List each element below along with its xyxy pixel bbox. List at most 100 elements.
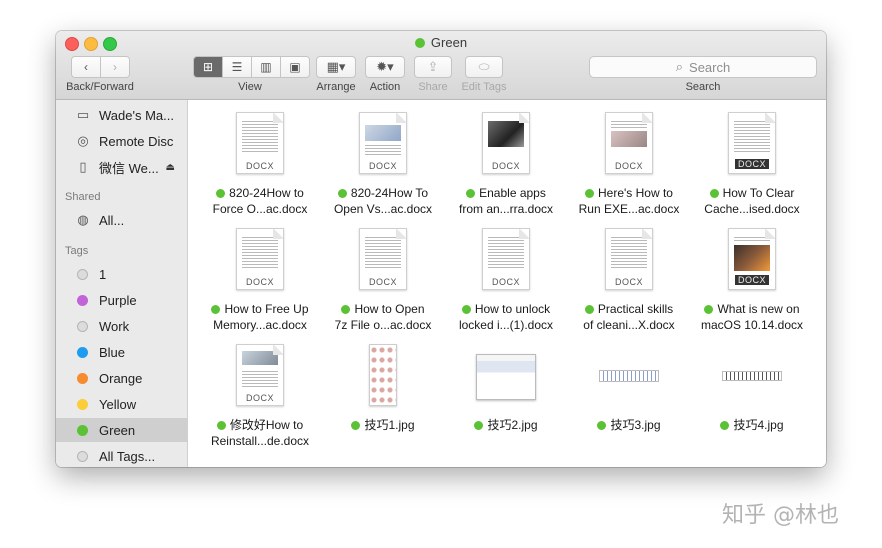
list-view-button[interactable]: ☰ bbox=[223, 57, 252, 77]
arrange-button[interactable]: ▦▾ bbox=[316, 56, 356, 78]
grid-icon: ⊞ bbox=[202, 60, 214, 74]
green-tag-icon bbox=[216, 189, 226, 198]
file-name: How to Open 7z File o...ac.docx bbox=[334, 302, 432, 332]
tag-icon: ⬭ bbox=[478, 59, 490, 74]
file-item[interactable]: DOCX How To Clear Cache...ised.docx bbox=[693, 106, 811, 218]
file-item[interactable]: DOCX Practical skills of cleani...X.docx bbox=[570, 222, 688, 334]
sidebar-item-label: Remote Disc bbox=[99, 133, 174, 149]
share-button[interactable]: ⇪ bbox=[414, 56, 452, 78]
drive-icon: ▯ bbox=[79, 159, 87, 174]
sidebar-item-label: Blue bbox=[99, 344, 126, 360]
sidebar-item-remote-disc[interactable]: ◎ Remote Disc bbox=[56, 129, 187, 153]
green-tag-icon bbox=[720, 421, 730, 430]
green-tag-icon bbox=[474, 421, 484, 430]
sidebar-tag-1[interactable]: 1 bbox=[56, 262, 187, 286]
green-tag-icon bbox=[597, 421, 607, 430]
file-item[interactable]: DOCX 修改好How to Reinstall...de.docx bbox=[201, 338, 319, 450]
file-thumbnail bbox=[447, 344, 565, 410]
green-tag-icon bbox=[461, 305, 471, 314]
file-name: 820-24How to Force O...ac.docx bbox=[212, 186, 308, 216]
green-tag-icon bbox=[351, 421, 361, 430]
file-name: What is new on macOS 10.14.docx bbox=[700, 302, 804, 332]
sidebar-item-label: Yellow bbox=[99, 396, 137, 412]
file-name: How To Clear Cache...ised.docx bbox=[704, 186, 800, 216]
file-item[interactable]: DOCX How to unlock locked i...(1).docx bbox=[447, 222, 565, 334]
back-button[interactable]: ‹ bbox=[72, 57, 101, 77]
tag-dot-icon bbox=[77, 268, 88, 280]
window-title: Green bbox=[56, 35, 826, 50]
gear-icon: ✹▾ bbox=[376, 59, 394, 74]
file-thumbnail bbox=[324, 344, 442, 410]
document-icon: DOCX bbox=[728, 228, 776, 290]
eject-icon[interactable]: ⏏ bbox=[166, 162, 175, 173]
green-tag-icon bbox=[341, 305, 351, 314]
sidebar-tag-orange[interactable]: Orange bbox=[56, 366, 187, 390]
green-tag-icon bbox=[585, 189, 594, 198]
chevron-right-icon: › bbox=[113, 60, 117, 74]
green-tag-icon bbox=[709, 189, 719, 198]
sidebar-item-wechat-drive[interactable]: ▯ 微信 We... ⏏ bbox=[56, 155, 187, 179]
file-item[interactable]: 技巧4.jpg bbox=[693, 338, 811, 450]
sidebar: ▭ Wade's Ma... ◎ Remote Disc ▯ 微信 We... … bbox=[56, 100, 188, 467]
green-tag-icon bbox=[466, 189, 476, 198]
search-field[interactable]: ⌕ Search bbox=[589, 56, 817, 78]
green-tag-icon bbox=[414, 38, 425, 48]
file-name: 技巧1.jpg bbox=[324, 417, 442, 433]
columns-icon: ▥ bbox=[260, 60, 272, 74]
sidebar-item-all-shared[interactable]: ◍ All... bbox=[56, 208, 187, 232]
sidebar-item-label: 1 bbox=[99, 266, 107, 282]
file-thumbnail bbox=[570, 344, 688, 410]
document-icon: DOCX bbox=[728, 112, 776, 174]
icon-view-button[interactable]: ⊞ bbox=[194, 57, 223, 77]
file-name: How to unlock locked i...(1).docx bbox=[458, 302, 554, 332]
sidebar-item-label: Purple bbox=[99, 292, 137, 308]
view-mode-control: ⊞ ☰ ▥ ▣ bbox=[193, 56, 310, 78]
sidebar-tag-green[interactable]: Green bbox=[56, 418, 187, 442]
file-thumbnail bbox=[693, 344, 811, 410]
file-item[interactable]: 技巧3.jpg bbox=[570, 338, 688, 450]
file-name: 技巧2.jpg bbox=[447, 417, 565, 433]
list-icon: ☰ bbox=[231, 60, 243, 74]
image-thumbnail bbox=[599, 370, 659, 382]
green-tag-icon bbox=[337, 189, 347, 198]
sidebar-item-label: Orange bbox=[99, 370, 143, 386]
file-item[interactable]: DOCX How to Free Up Memory...ac.docx bbox=[201, 222, 319, 334]
column-view-button[interactable]: ▥ bbox=[252, 57, 281, 77]
file-item[interactable]: DOCX Here's How to Run EXE...ac.docx bbox=[570, 106, 688, 218]
file-thumbnail: DOCX bbox=[693, 112, 811, 178]
file-item[interactable]: 技巧2.jpg bbox=[447, 338, 565, 450]
share-label: Share bbox=[418, 81, 448, 93]
forward-button[interactable]: › bbox=[101, 57, 129, 77]
file-item[interactable]: DOCX What is new on macOS 10.14.docx bbox=[693, 222, 811, 334]
file-name: Enable apps from an...rra.docx bbox=[458, 186, 554, 216]
window-title-text: Green bbox=[430, 35, 468, 50]
file-thumbnail: DOCX bbox=[324, 112, 442, 178]
arrange-label: Arrange bbox=[316, 81, 356, 93]
back-forward-control: ‹ › bbox=[71, 56, 130, 78]
cover-flow-button[interactable]: ▣ bbox=[281, 57, 309, 77]
edit-tags-button[interactable]: ⬭ bbox=[465, 56, 503, 78]
document-icon: DOCX bbox=[359, 228, 407, 290]
sidebar-tag-blue[interactable]: Blue bbox=[56, 340, 187, 364]
file-thumbnail: DOCX bbox=[447, 228, 565, 294]
sidebar-tag-yellow[interactable]: Yellow bbox=[56, 392, 187, 416]
search-label: Search bbox=[685, 81, 721, 93]
document-icon: DOCX bbox=[359, 112, 407, 174]
file-item[interactable]: DOCX How to Open 7z File o...ac.docx bbox=[324, 222, 442, 334]
file-item[interactable]: DOCX 820-24How to Force O...ac.docx bbox=[201, 106, 319, 218]
action-button[interactable]: ✹▾ bbox=[365, 56, 405, 78]
file-item[interactable]: DOCX 820-24How To Open Vs...ac.docx bbox=[324, 106, 442, 218]
file-item[interactable]: 技巧1.jpg bbox=[324, 338, 442, 450]
file-item[interactable]: DOCX Enable apps from an...rra.docx bbox=[447, 106, 565, 218]
chevron-left-icon: ‹ bbox=[84, 60, 88, 74]
sidebar-tag-work[interactable]: Work bbox=[56, 314, 187, 338]
sidebar-tag-purple[interactable]: Purple bbox=[56, 288, 187, 312]
arrange-icon: ▦▾ bbox=[326, 59, 346, 74]
sidebar-all-tags[interactable]: All Tags... bbox=[56, 444, 187, 467]
tag-dot-icon bbox=[77, 346, 88, 358]
tag-dot-icon bbox=[77, 424, 88, 436]
green-tag-icon bbox=[704, 305, 714, 314]
image-thumbnail bbox=[369, 344, 397, 406]
sidebar-item-mac[interactable]: ▭ Wade's Ma... bbox=[56, 103, 187, 127]
sidebar-item-label: 微信 We... bbox=[99, 160, 159, 176]
